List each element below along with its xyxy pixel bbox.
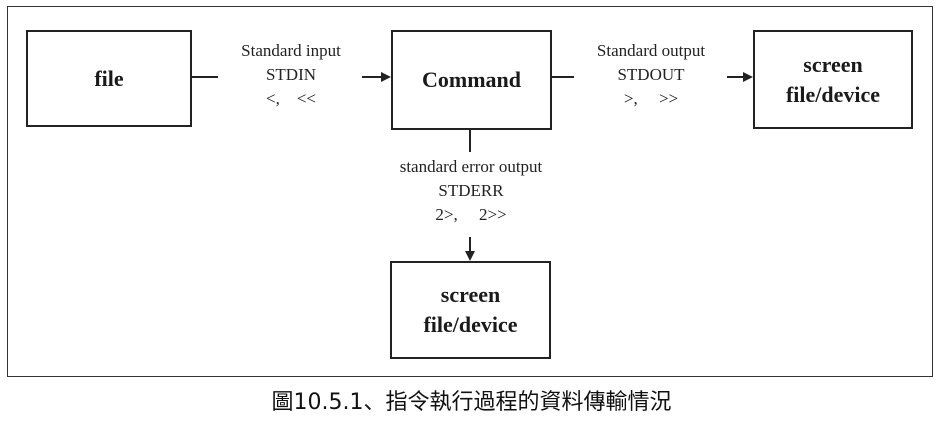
stderr-target-line1: screen <box>440 282 501 307</box>
stderr-target-box: screen file/device <box>390 261 551 359</box>
stdin-label: Standard input STDIN <, << <box>212 39 370 111</box>
stdout-target-box: screen file/device <box>753 30 913 129</box>
file-box-label: file <box>94 65 124 91</box>
stdin-label-line3: <, << <box>265 89 316 108</box>
stdout-label-line1: Standard output <box>596 41 706 60</box>
stderr-target-line2: file/device <box>423 312 518 337</box>
file-box: file <box>26 30 192 127</box>
stdout-label-line3: >, >> <box>623 89 679 108</box>
stdout-target-line1: screen <box>803 51 863 77</box>
stdin-arrowhead <box>381 72 391 82</box>
command-box-label: Command <box>421 67 521 92</box>
stdout-target-line2: file/device <box>785 81 881 107</box>
stderr-label: standard error output STDERR 2>, 2>> <box>360 155 582 227</box>
stdin-label-line2: STDIN <box>265 65 317 84</box>
stderr-label-line2: STDERR <box>438 181 504 200</box>
stdout-arrowhead <box>743 72 753 82</box>
stdout-label-line2: STDOUT <box>617 65 685 84</box>
stderr-label-line3: 2>, 2>> <box>435 205 507 224</box>
stderr-arrowhead <box>465 251 475 261</box>
stdout-label: Standard output STDOUT >, >> <box>566 39 736 111</box>
stdin-label-line1: Standard input <box>241 41 341 60</box>
stderr-label-line1: standard error output <box>399 157 543 176</box>
command-box: Command <box>391 30 552 130</box>
figure-caption: 圖10.5.1、指令執行過程的資料傳輸情況 <box>271 390 672 415</box>
